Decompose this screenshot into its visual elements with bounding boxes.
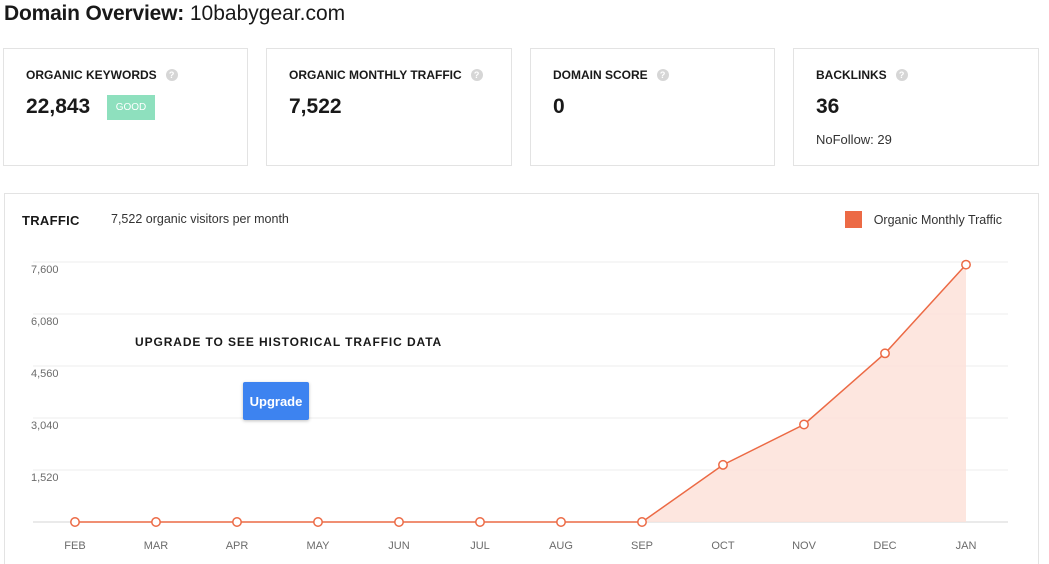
data-point [475, 517, 485, 527]
y-tick-label: 3,040 [31, 420, 59, 432]
data-point [313, 517, 323, 527]
y-tick-label: 7,600 [31, 264, 59, 276]
data-point [880, 348, 890, 359]
x-tick-label: JUN [388, 540, 409, 552]
x-tick-label: SEP [631, 540, 653, 552]
x-tick-label: JUL [470, 540, 490, 552]
x-tick-label: FEB [64, 540, 85, 552]
upgrade-button[interactable]: Upgrade [243, 382, 309, 420]
data-point [151, 517, 161, 527]
x-tick-label: MAY [306, 540, 330, 552]
x-tick-label: NOV [792, 540, 817, 552]
y-tick-label: 4,560 [31, 368, 59, 380]
y-tick-label: 6,080 [31, 316, 59, 328]
x-tick-label: JAN [956, 540, 977, 552]
x-tick-label: MAR [144, 540, 169, 552]
data-point [556, 517, 566, 527]
x-tick-label: APR [226, 540, 249, 552]
data-point [718, 459, 728, 470]
traffic-chart: 7,600 6,080 4,560 3,040 1,520 FEB MAR APR MAY JUN… [31, 259, 1008, 552]
data-point [961, 259, 971, 270]
x-tick-label: OCT [711, 540, 735, 552]
y-tick-label: 1,520 [31, 472, 59, 484]
data-point [799, 419, 809, 430]
x-tick-label: DEC [873, 540, 896, 552]
data-point [394, 517, 404, 527]
data-point [70, 517, 80, 527]
data-point [232, 517, 242, 527]
x-tick-label: AUG [549, 540, 573, 552]
series-area [75, 264, 966, 522]
upgrade-message: UPGRADE TO SEE HISTORICAL TRAFFIC DATA [135, 335, 443, 349]
data-point [637, 517, 647, 527]
